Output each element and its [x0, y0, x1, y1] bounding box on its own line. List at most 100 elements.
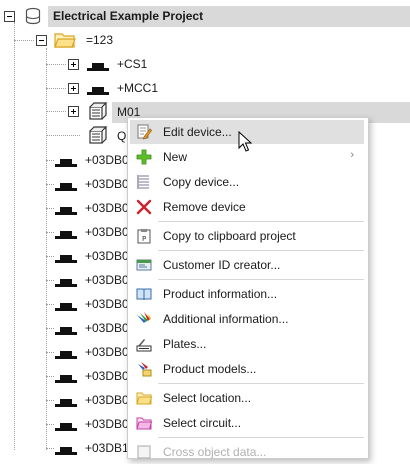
menu-label: Product models...	[163, 362, 257, 376]
yellow-folder-icon	[136, 390, 153, 406]
tree-line	[46, 111, 66, 112]
tree-item-sibling[interactable]: +03DB0	[85, 248, 129, 264]
green-plus-icon	[136, 149, 152, 165]
expand-mcc1-button[interactable]	[68, 83, 79, 94]
menu-item-product-models[interactable]: Product models...	[130, 357, 364, 381]
tree-line	[46, 352, 54, 353]
tree-line	[46, 48, 47, 450]
clipboard-icon: P	[136, 228, 152, 244]
cabinet-icon	[55, 180, 77, 194]
database-icon	[25, 7, 41, 28]
book-icon	[136, 286, 152, 302]
cabinet-icon	[55, 396, 77, 410]
menu-label: Select circuit...	[163, 416, 242, 430]
cabinet-icon	[87, 60, 109, 74]
tree-item-sibling[interactable]: +03DB0	[85, 224, 129, 240]
tree-line	[46, 400, 54, 401]
tree-line	[14, 22, 15, 450]
menu-item-copy-device[interactable]: Copy device...	[130, 170, 364, 194]
tree-line	[46, 256, 54, 257]
tree-line	[46, 448, 54, 449]
edit-document-icon	[136, 124, 153, 140]
device-icon	[88, 101, 108, 124]
cabinet-icon	[55, 252, 77, 266]
expand-m01-button[interactable]	[68, 106, 79, 117]
menu-separator	[158, 279, 364, 280]
red-x-icon	[136, 199, 152, 215]
cabinet-icon	[55, 372, 77, 386]
menu-label: Remove device	[163, 200, 246, 214]
cabinet-icon	[55, 420, 77, 434]
tree-item-sibling[interactable]: +03DB0	[85, 320, 129, 336]
collapse-root-button[interactable]	[4, 11, 15, 22]
tree-line	[46, 64, 66, 65]
tree-item-sibling[interactable]: +03DB1	[85, 440, 129, 456]
tree-line	[46, 424, 54, 425]
cabinet-icon	[55, 156, 77, 170]
menu-item-plates[interactable]: Plates...	[130, 332, 364, 356]
tree-line	[46, 184, 54, 185]
color-pens-icon	[136, 311, 152, 327]
menu-label: Copy device...	[163, 175, 240, 189]
menu-item-remove-device[interactable]: Remove device	[130, 195, 364, 219]
cabinet-icon	[55, 444, 77, 458]
menu-separator	[158, 250, 364, 251]
submenu-arrow-icon: ›	[350, 149, 354, 161]
tree-item-sibling[interactable]: +03DB0	[85, 416, 129, 432]
menu-label: Select location...	[163, 391, 252, 405]
group-label[interactable]: =123	[86, 32, 113, 48]
menu-separator	[158, 221, 364, 222]
cabinet-icon	[55, 348, 77, 362]
collapse-group-button[interactable]	[36, 35, 47, 46]
tree-item-sibling[interactable]: +03DB0	[85, 272, 129, 288]
tree-item-mcc1[interactable]: +MCC1	[117, 80, 158, 96]
plate-icon	[136, 336, 152, 352]
root-project-label[interactable]: Electrical Example Project	[53, 8, 203, 24]
tree-item-sibling[interactable]: +03DB0	[85, 200, 129, 216]
menu-item-additional-information[interactable]: Additional information...	[130, 307, 364, 331]
tree-line	[14, 40, 34, 41]
svg-text:P: P	[142, 235, 146, 243]
menu-item-cross-object-data[interactable]: Cross object data...	[130, 440, 364, 464]
tree-line	[46, 88, 66, 89]
mouse-cursor-icon	[238, 130, 253, 153]
folder-icon	[54, 31, 76, 52]
tree-line	[46, 280, 54, 281]
tree-item-sibling[interactable]: +03DB0	[85, 368, 129, 384]
menu-item-customer-id-creator[interactable]: Customer ID creator...	[130, 253, 364, 277]
tree-item-sibling[interactable]: +03DB0	[85, 152, 129, 168]
context-menu: Edit device... New › Copy device... Remo…	[127, 117, 369, 459]
menu-separator	[158, 383, 364, 384]
cabinet-icon	[87, 84, 109, 98]
tree-item-sibling[interactable]: +03DB0	[85, 344, 129, 360]
tree-item-cs1[interactable]: +CS1	[117, 56, 147, 72]
cabinet-icon	[55, 228, 77, 242]
cabinet-icon	[55, 324, 77, 338]
menu-item-product-information[interactable]: Product information...	[130, 282, 364, 306]
tree-line	[46, 232, 54, 233]
menu-label: Cross object data...	[163, 445, 267, 459]
menu-label: Additional information...	[163, 312, 289, 326]
tree-line	[46, 208, 54, 209]
tree-line	[46, 376, 54, 377]
expand-cs1-button[interactable]	[68, 59, 79, 70]
tree-line	[46, 160, 54, 161]
tree-line	[46, 328, 54, 329]
tree-item-q[interactable]: Q	[117, 128, 126, 144]
tree-item-sibling[interactable]: +03DB0	[85, 176, 129, 192]
id-card-icon	[136, 257, 152, 273]
tree-line	[46, 304, 54, 305]
copy-list-icon	[136, 174, 152, 190]
menu-label: Copy to clipboard project	[163, 229, 296, 243]
menu-item-select-circuit[interactable]: Select circuit...	[130, 411, 364, 435]
menu-label: Edit device...	[163, 125, 232, 139]
menu-item-select-location[interactable]: Select location...	[130, 386, 364, 410]
menu-label: Plates...	[163, 337, 207, 351]
menu-label: Product information...	[163, 287, 278, 301]
tree-item-sibling[interactable]: +03DB0	[85, 392, 129, 408]
menu-label: New	[163, 150, 188, 164]
cabinet-icon	[55, 300, 77, 314]
menu-item-copy-to-clipboard-project[interactable]: P Copy to clipboard project	[130, 224, 364, 248]
device-icon	[88, 125, 108, 148]
tree-item-sibling[interactable]: +03DB0	[85, 296, 129, 312]
